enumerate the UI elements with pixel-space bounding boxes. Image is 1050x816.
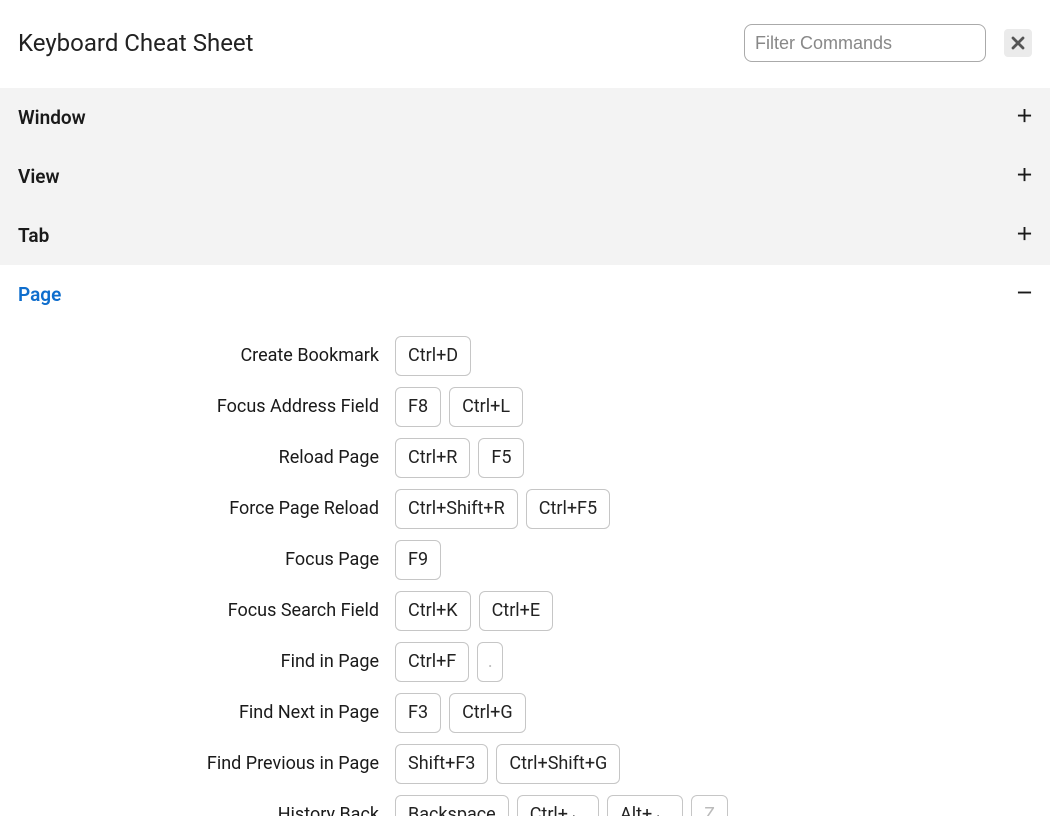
shortcut-keys: Ctrl+F.	[395, 642, 503, 682]
header-right	[744, 24, 1032, 62]
keyboard-shortcut: Ctrl+L	[449, 387, 523, 427]
shortcut-label: Force Page Reload	[0, 498, 395, 519]
keyboard-shortcut: Ctrl+←	[517, 795, 599, 816]
keyboard-shortcut: Backspace	[395, 795, 509, 816]
shortcut-row: History BackBackspace Ctrl+← Alt+← Z	[0, 789, 1050, 816]
keyboard-shortcut: F8	[395, 387, 441, 427]
shortcut-keys: Ctrl+KCtrl+E	[395, 591, 553, 631]
section-title: Tab	[18, 224, 49, 247]
section-body-page: Create BookmarkCtrl+DFocus Address Field…	[0, 324, 1050, 816]
shortcut-keys: F8Ctrl+L	[395, 387, 523, 427]
keyboard-shortcut: F5	[478, 438, 524, 478]
section-header-page[interactable]: Page	[0, 265, 1050, 324]
section-title: View	[18, 165, 60, 188]
expand-icon	[1017, 108, 1032, 127]
shortcut-row: Reload PageCtrl+RF5	[0, 432, 1050, 483]
header: Keyboard Cheat Sheet	[0, 0, 1050, 88]
keyboard-shortcut: Ctrl+F5	[526, 489, 610, 529]
shortcut-label: Focus Search Field	[0, 600, 395, 621]
shortcut-label: Focus Address Field	[0, 396, 395, 417]
shortcut-row: Force Page ReloadCtrl+Shift+RCtrl+F5	[0, 483, 1050, 534]
shortcut-keys: Ctrl+Shift+RCtrl+F5	[395, 489, 610, 529]
keyboard-shortcut: Ctrl+G	[449, 693, 526, 733]
shortcut-row: Focus Search FieldCtrl+KCtrl+E	[0, 585, 1050, 636]
keyboard-shortcut: F3	[395, 693, 441, 733]
keyboard-shortcut: Ctrl+F	[395, 642, 469, 682]
keyboard-shortcut: Ctrl+Shift+G	[496, 744, 620, 784]
keyboard-shortcut: Ctrl+K	[395, 591, 471, 631]
shortcut-keys: Ctrl+D	[395, 336, 471, 376]
collapse-icon	[1017, 285, 1032, 304]
keyboard-shortcut: Ctrl+D	[395, 336, 471, 376]
keyboard-shortcut: Ctrl+R	[395, 438, 470, 478]
keyboard-shortcut: Alt+←	[607, 795, 683, 816]
keyboard-shortcut: Ctrl+Shift+R	[395, 489, 518, 529]
keyboard-shortcut: .	[477, 642, 503, 682]
section-header-window[interactable]: Window	[0, 88, 1050, 147]
section-title: Window	[18, 106, 86, 129]
shortcut-row: Find Previous in PageShift+F3Ctrl+Shift+…	[0, 738, 1050, 789]
close-icon	[1010, 35, 1026, 51]
shortcut-keys: Shift+F3Ctrl+Shift+G	[395, 744, 620, 784]
section-header-view[interactable]: View	[0, 147, 1050, 206]
shortcut-keys: Backspace Ctrl+← Alt+← Z	[395, 795, 728, 816]
shortcut-label: Find Next in Page	[0, 702, 395, 723]
shortcut-label: Reload Page	[0, 447, 395, 468]
shortcut-keys: F3Ctrl+G	[395, 693, 526, 733]
shortcut-row: Create BookmarkCtrl+D	[0, 330, 1050, 381]
expand-icon	[1017, 226, 1032, 245]
section-title: Page	[18, 283, 61, 306]
page-title: Keyboard Cheat Sheet	[18, 29, 254, 57]
expand-icon	[1017, 167, 1032, 186]
shortcut-keys: Ctrl+RF5	[395, 438, 524, 478]
shortcut-label: History Back	[0, 804, 395, 816]
shortcut-keys: F9	[395, 540, 441, 580]
shortcut-row: Find in PageCtrl+F.	[0, 636, 1050, 687]
filter-commands-input[interactable]	[744, 24, 986, 62]
shortcut-row: Focus PageF9	[0, 534, 1050, 585]
shortcut-label: Find Previous in Page	[0, 753, 395, 774]
keyboard-shortcut: Z	[691, 795, 728, 816]
shortcut-label: Find in Page	[0, 651, 395, 672]
keyboard-shortcut: F9	[395, 540, 441, 580]
shortcut-label: Focus Page	[0, 549, 395, 570]
section-header-tab[interactable]: Tab	[0, 206, 1050, 265]
keyboard-shortcut: Ctrl+E	[479, 591, 554, 631]
sections-scroll[interactable]: WindowViewTabPageCreate BookmarkCtrl+DFo…	[0, 88, 1050, 816]
shortcut-row: Focus Address FieldF8Ctrl+L	[0, 381, 1050, 432]
keyboard-shortcut: Shift+F3	[395, 744, 488, 784]
shortcut-label: Create Bookmark	[0, 345, 395, 366]
shortcut-row: Find Next in PageF3Ctrl+G	[0, 687, 1050, 738]
close-button[interactable]	[1004, 29, 1032, 57]
